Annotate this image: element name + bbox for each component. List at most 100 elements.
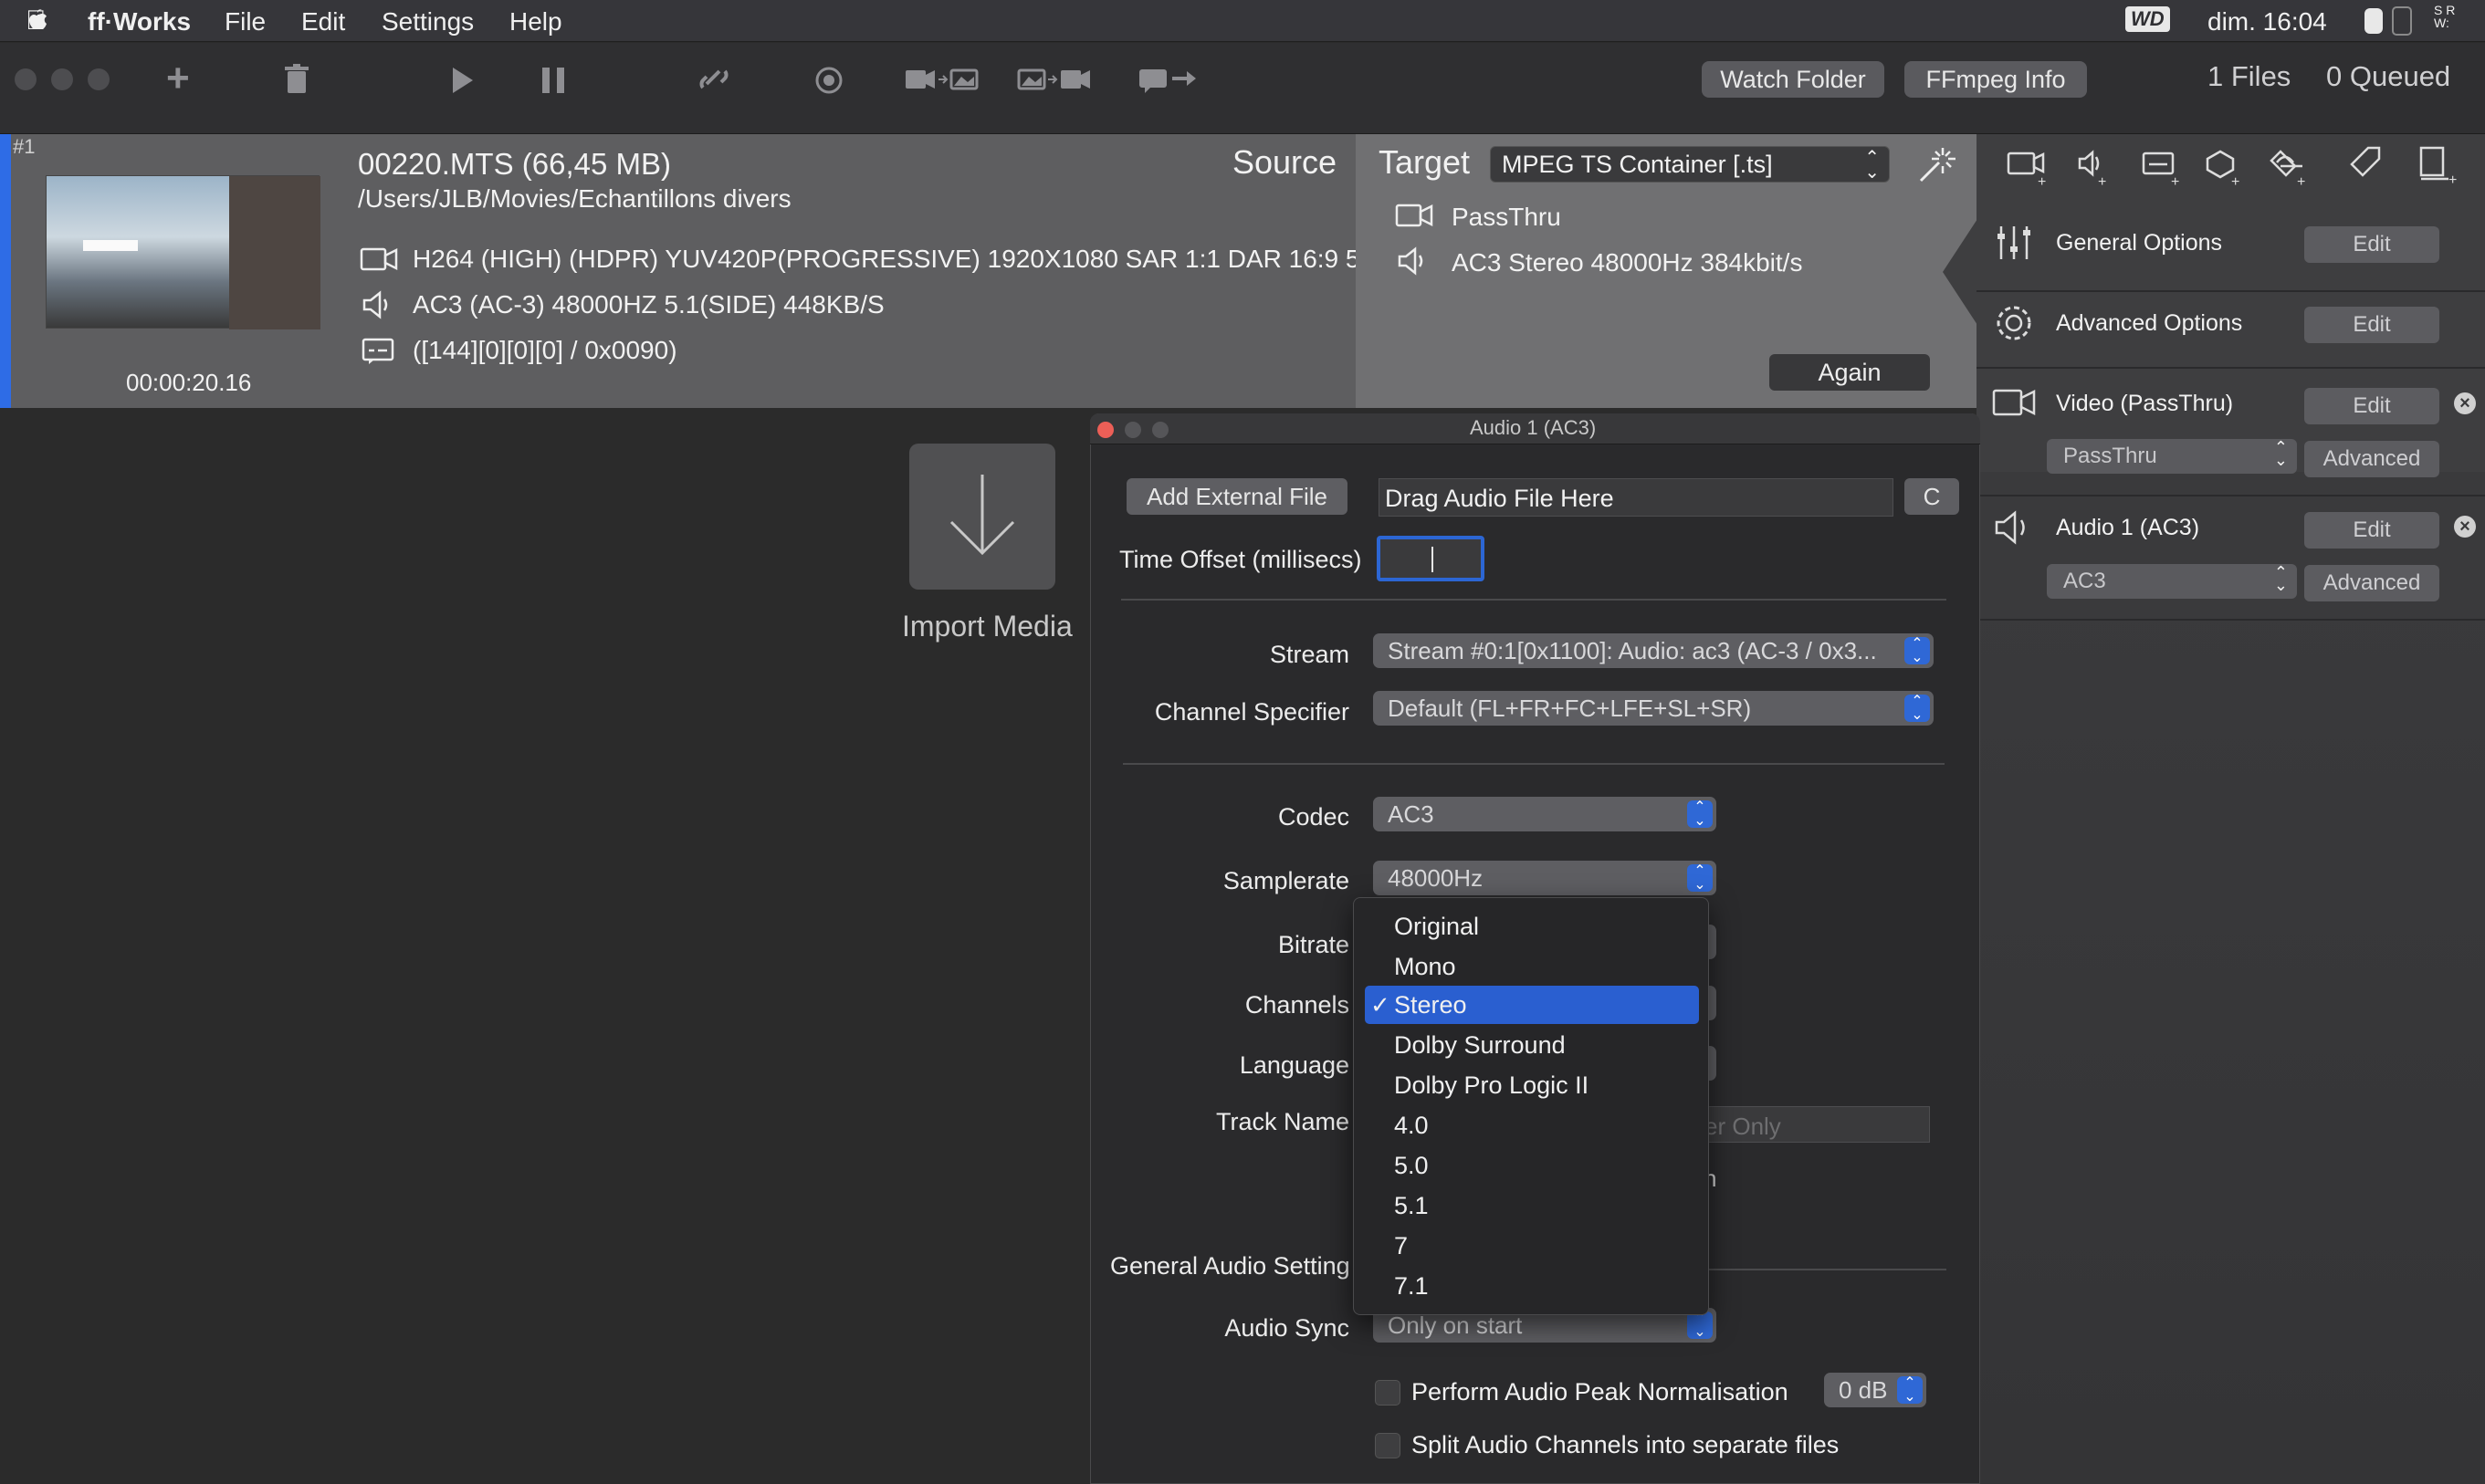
menu-settings[interactable]: Settings <box>382 7 474 37</box>
video-edit-button[interactable]: Edit <box>2304 388 2439 424</box>
tag-icon[interactable] <box>2348 144 2385 186</box>
container-select[interactable]: MPEG TS Container [.ts] ⌃ ⌄ <box>1490 146 1890 183</box>
svg-text:+: + <box>2231 174 2239 188</box>
channels-option-mono[interactable]: Mono <box>1365 947 1699 986</box>
stream-select[interactable]: Stream #0:1[0x1100]: Audio: ac3 (AC-3 / … <box>1373 633 1934 668</box>
audio-edit-button[interactable]: Edit <box>2304 512 2439 549</box>
dialog-zoom-button[interactable] <box>1152 422 1169 438</box>
select-arrows-icon: ⌃ ⌄ <box>2273 438 2288 469</box>
menu-edit[interactable]: Edit <box>301 7 345 37</box>
sidebar-divider <box>1976 619 2485 621</box>
peak-db-select[interactable]: 0 dB ⌃ ⌄ <box>1824 1373 1926 1407</box>
video-advanced-button[interactable]: Advanced <box>2304 441 2439 477</box>
window-zoom-button[interactable] <box>88 68 110 90</box>
channels-option-original[interactable]: Original <box>1365 907 1699 946</box>
record-icon[interactable] <box>814 66 844 95</box>
samplerate-select[interactable]: 48000Hz ⌃ ⌄ <box>1373 861 1716 895</box>
peak-normalisation-label: Perform Audio Peak Normalisation <box>1411 1378 1788 1406</box>
menu-bar:  ff·Works File Edit Settings Help WD di… <box>0 0 2485 42</box>
stream-label: Stream <box>1269 641 1349 668</box>
advanced-options-edit-button[interactable]: Edit <box>2304 307 2439 343</box>
channels-option-stereo[interactable]: ✓ Stereo <box>1365 986 1699 1024</box>
channels-option-7[interactable]: 7 <box>1365 1227 1699 1265</box>
app-name-menu[interactable]: ff·Works <box>88 7 191 37</box>
play-icon[interactable] <box>451 66 475 95</box>
menubar-clock[interactable]: dim. 16:04 <box>2207 7 2327 37</box>
select-arrows-icon: ⌃ ⌄ <box>1687 864 1713 893</box>
again-button[interactable]: Again <box>1769 354 1930 391</box>
audio-advanced-button[interactable]: Advanced <box>2304 565 2439 601</box>
audio-codec-select-value: AC3 <box>2063 569 2106 593</box>
video-track-label: Video (PassThru) <box>2056 391 2234 416</box>
import-media-label: Import Media <box>902 610 1073 643</box>
channel-specifier-select[interactable]: Default (FL+FR+FC+LFE+SL+SR) ⌃ ⌄ <box>1373 691 1934 726</box>
sidebar-divider <box>1976 290 2485 292</box>
sidebar-video-icon <box>1992 389 2036 416</box>
video-codec-select-value: PassThru <box>2063 444 2157 468</box>
add-icon[interactable]: + <box>166 58 190 99</box>
subtitle-export-icon[interactable] <box>1138 66 1196 93</box>
bitrate-label: Bitrate <box>1277 931 1349 958</box>
video-to-image-icon[interactable] <box>904 66 979 93</box>
channels-option-5-0[interactable]: 5.0 <box>1365 1146 1699 1185</box>
battery-icon[interactable] <box>2364 8 2383 34</box>
subtitle-stream-info: ([144][0][0][0] / 0x0090) <box>413 336 677 364</box>
ffmpeg-info-button[interactable]: FFmpeg Info <box>1904 61 2087 98</box>
clear-button[interactable]: C <box>1904 478 1959 515</box>
video-stream-info: H264 (HIGH) (HDPR) YUV420P(PROGRESSIVE) … <box>413 245 1409 273</box>
import-media-button[interactable] <box>909 444 1055 590</box>
sidebar-add-toolbar: + + + + <box>2007 150 2297 188</box>
language-label: Language <box>1239 1051 1349 1079</box>
drag-audio-drop-field[interactable]: Drag Audio File Here <box>1379 478 1893 517</box>
trash-icon[interactable] <box>285 64 309 95</box>
audio-stream-icon <box>362 290 388 319</box>
time-offset-input[interactable] <box>1377 536 1484 581</box>
select-arrows-icon: ⌃ ⌄ <box>1687 800 1713 829</box>
magic-wand-icon[interactable] <box>1915 144 1955 184</box>
peak-normalisation-checkbox[interactable] <box>1375 1380 1400 1406</box>
channels-option-stereo-label: Stereo <box>1394 991 1467 1019</box>
split-channels-checkbox[interactable] <box>1375 1433 1400 1458</box>
channels-dropdown-menu: Original Mono ✓ Stereo Dolby Surround Do… <box>1353 897 1709 1315</box>
apple-logo-icon[interactable] <box>24 7 51 37</box>
sidebar-divider <box>1976 367 2485 369</box>
advanced-options-label: Advanced Options <box>2056 310 2243 336</box>
channels-option-dolby-pro-logic-ii[interactable]: Dolby Pro Logic II <box>1365 1066 1699 1104</box>
channels-option-dolby-surround[interactable]: Dolby Surround <box>1365 1026 1699 1064</box>
link-icon[interactable] <box>699 64 729 95</box>
add-external-file-button[interactable]: Add External File <box>1127 478 1347 515</box>
remove-video-icon[interactable]: × <box>2454 392 2476 414</box>
book-add-icon[interactable]: + <box>2417 144 2465 188</box>
menu-file[interactable]: File <box>225 7 266 37</box>
channel-specifier-label: Channel Specifier <box>1154 698 1349 726</box>
dialog-close-button[interactable] <box>1097 422 1114 438</box>
watch-folder-button[interactable]: Watch Folder <box>1702 61 1884 98</box>
audio-settings-icon[interactable]: + <box>2273 146 2310 188</box>
dialog-minimize-button[interactable] <box>1125 422 1141 438</box>
sidebar-pointer <box>1943 219 1977 325</box>
select-arrows-icon: ⌃ ⌄ <box>1687 1312 1713 1340</box>
wd-status-icon[interactable]: WD <box>2125 6 2170 32</box>
general-options-edit-button[interactable]: Edit <box>2304 226 2439 263</box>
dialog-divider <box>1121 599 1946 601</box>
window-close-button[interactable] <box>15 68 37 90</box>
channels-option-7-1[interactable]: 7.1 <box>1365 1267 1699 1305</box>
peak-db-value: 0 dB <box>1839 1376 1888 1404</box>
window-minimize-button[interactable] <box>51 68 73 90</box>
pause-icon[interactable] <box>540 66 566 95</box>
video-thumbnail[interactable] <box>46 175 320 329</box>
svg-text:+: + <box>2038 174 2046 188</box>
remove-audio-icon[interactable]: × <box>2454 516 2476 538</box>
stream-select-value: Stream #0:1[0x1100]: Audio: ac3 (AC-3 / … <box>1388 637 1877 664</box>
image-to-video-icon[interactable] <box>1017 66 1092 93</box>
channels-option-5-1[interactable]: 5.1 <box>1365 1186 1699 1225</box>
codec-select[interactable]: AC3 ⌃ ⌄ <box>1373 797 1716 831</box>
video-codec-select[interactable]: PassThru ⌃ ⌄ <box>2047 439 2297 474</box>
channels-option-4-0[interactable]: 4.0 <box>1365 1106 1699 1144</box>
menu-help[interactable]: Help <box>509 7 562 37</box>
general-audio-setting-label: General Audio Setting <box>1110 1252 1350 1280</box>
source-label: Source <box>1232 143 1337 181</box>
audio-codec-select[interactable]: AC3 ⌃ ⌄ <box>2047 564 2297 599</box>
container-select-value: MPEG TS Container [.ts] <box>1502 151 1773 178</box>
status-box-icon[interactable] <box>2392 6 2412 36</box>
